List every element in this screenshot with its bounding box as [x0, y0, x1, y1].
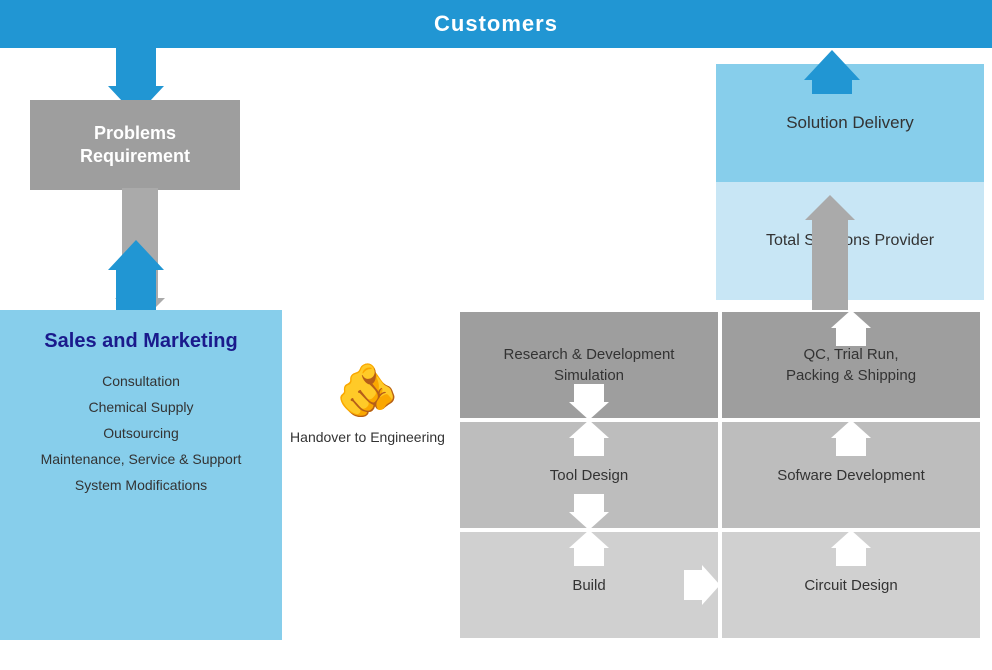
circuit-design-label: Circuit Design [804, 575, 897, 596]
handover-area: 🫵 Handover to Engineering [280, 360, 455, 445]
sales-item-1: Consultation [102, 373, 180, 389]
qc-label: QC, Trial Run,Packing & Shipping [786, 344, 916, 386]
tool-design-label: Tool Design [550, 465, 628, 486]
qc-cell: QC, Trial Run,Packing & Shipping [720, 310, 982, 420]
problems-box: ProblemsRequirement [30, 100, 240, 190]
build-up-arrow [569, 530, 609, 566]
software-dev-cell: Sofware Development [720, 420, 982, 530]
sw-up-arrow [831, 420, 871, 456]
sales-title: Sales and Marketing [44, 330, 237, 353]
sales-item-3: Outsourcing [103, 425, 178, 441]
rd-simulation-cell: Research & DevelopmentSimulation [458, 310, 720, 420]
qc-up-arrow [831, 310, 871, 346]
blue-up-arrow-right [804, 50, 860, 94]
circuit-up-arrow [831, 530, 871, 566]
sales-item-4: Maintenance, Service & Support [41, 451, 242, 467]
tool-design-cell: Tool Design [458, 420, 720, 530]
circuit-design-cell: Circuit Design [720, 530, 982, 640]
top-banner: Customers [0, 0, 992, 48]
rd-down-arrow [569, 384, 609, 420]
build-cell: Build [458, 530, 720, 640]
customers-title: Customers [434, 11, 558, 37]
solution-delivery-label: Solution Delivery [786, 113, 914, 133]
build-right-arrow [684, 565, 720, 605]
tool-up-arrow [569, 420, 609, 456]
rd-simulation-label: Research & DevelopmentSimulation [504, 344, 675, 386]
tool-down-arrow [569, 494, 609, 530]
problems-label: ProblemsRequirement [80, 122, 190, 169]
engineering-grid: Research & DevelopmentSimulation QC, Tri… [458, 310, 982, 640]
sales-box: Sales and Marketing Consultation Chemica… [0, 310, 282, 640]
sales-item-5: System Modifications [75, 477, 207, 493]
software-dev-label: Sofware Development [777, 465, 925, 486]
build-label: Build [572, 575, 605, 596]
handover-label: Handover to Engineering [290, 429, 445, 445]
pointing-hand-icon: 🫵 [335, 360, 400, 421]
sales-item-2: Chemical Supply [88, 399, 193, 415]
